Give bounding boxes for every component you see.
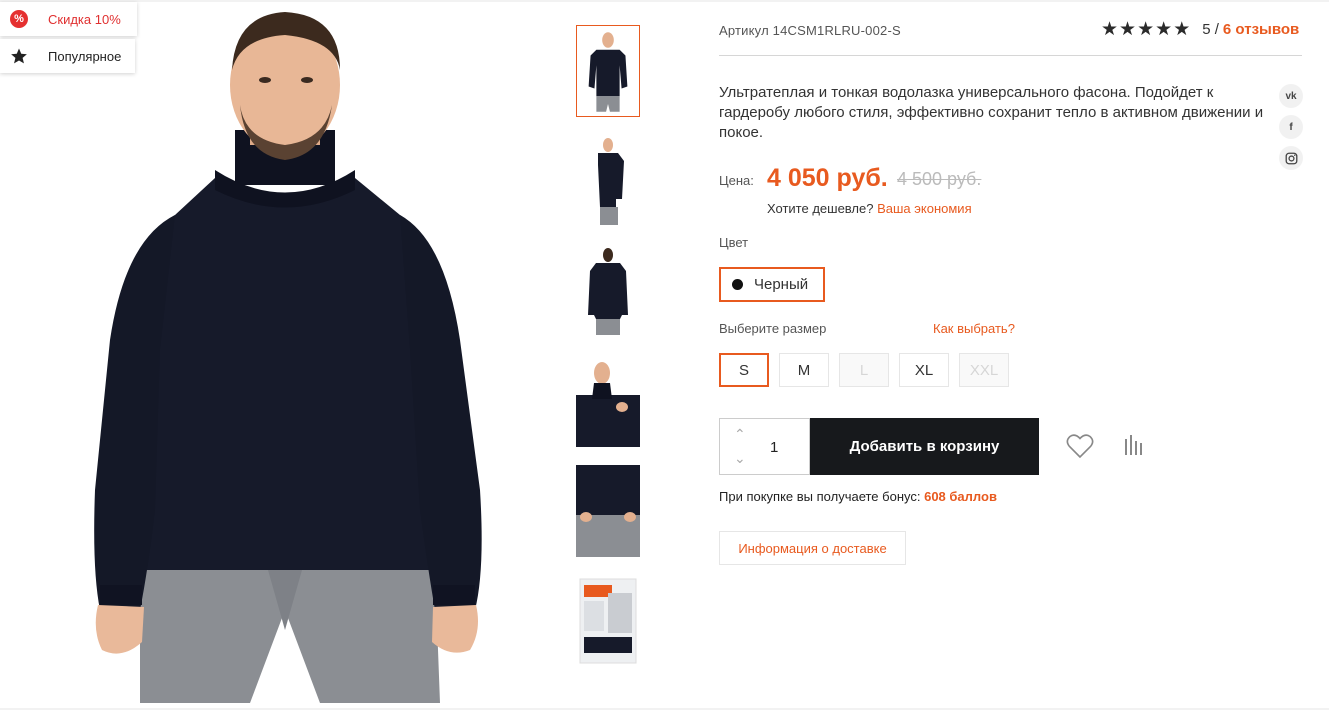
bonus-value: 608 баллов <box>924 489 997 504</box>
price-label: Цена: <box>719 173 754 188</box>
thumbnail-4[interactable] <box>576 355 640 447</box>
product-description: Ультратеплая и тонкая водолазка универса… <box>719 84 1264 141</box>
chevron-up-icon[interactable]: ⌃ <box>734 427 746 441</box>
facebook-icon[interactable]: f <box>1279 115 1303 139</box>
rating-score: 5 / <box>1202 21 1219 38</box>
savings-link[interactable]: Ваша экономия <box>877 201 972 216</box>
size-option-l: L <box>839 353 889 387</box>
rating: ★ ★ ★ ★ ★ 5 / 6 отзывов <box>1101 20 1299 39</box>
percent-icon: % <box>10 10 28 28</box>
thumbnail-2[interactable] <box>576 135 640 227</box>
thumbnail-5[interactable] <box>576 465 640 557</box>
reviews-link[interactable]: 6 отзывов <box>1223 21 1299 38</box>
rating-stars: ★ ★ ★ ★ ★ <box>1101 20 1190 39</box>
thumbnail-3[interactable] <box>576 245 640 337</box>
color-swatch <box>732 279 743 290</box>
star-icon <box>10 47 28 65</box>
heart-icon[interactable] <box>1066 433 1094 459</box>
color-label: Цвет <box>719 235 749 250</box>
size-option-xxl: XXL <box>959 353 1009 387</box>
cheaper-text: Хотите дешевле? <box>767 201 874 216</box>
cheaper-hint: Хотите дешевле? Ваша экономия <box>767 201 972 216</box>
size-option-s[interactable]: S <box>719 353 769 387</box>
star-icon: ★ <box>1155 19 1173 40</box>
thumbnail-1[interactable] <box>576 25 640 117</box>
bonus-info: При покупке вы получаете бонус: 608 балл… <box>719 489 997 504</box>
divider <box>719 55 1302 56</box>
vk-icon[interactable]: vk <box>1279 84 1303 108</box>
color-option-black[interactable]: Черный <box>719 267 825 302</box>
color-name: Черный <box>754 276 809 293</box>
add-to-cart-button[interactable]: Добавить в корзину <box>810 418 1039 475</box>
top-border <box>0 0 1329 2</box>
quantity-input[interactable]: 1 <box>770 439 778 456</box>
bonus-text: При покупке вы получаете бонус: <box>719 489 921 504</box>
size-guide-link[interactable]: Как выбрать? <box>933 321 1015 336</box>
delivery-info-button[interactable]: Информация о доставке <box>719 531 906 565</box>
old-price: 4 500 руб. <box>897 169 982 189</box>
star-icon: ★ <box>1137 19 1155 40</box>
size-label: Выберите размер <box>719 321 827 336</box>
chevron-down-icon[interactable]: ⌄ <box>734 451 746 465</box>
star-icon: ★ <box>1101 19 1119 40</box>
article-number: Артикул 14CSM1RLRU-002-S <box>719 23 901 38</box>
quantity-stepper: ⌃ ⌄ 1 <box>719 418 810 475</box>
star-icon: ★ <box>1119 19 1137 40</box>
bottom-border <box>0 708 1329 710</box>
thumbnail-6[interactable] <box>576 575 640 667</box>
product-main-image[interactable] <box>40 10 530 703</box>
star-icon: ★ <box>1173 19 1191 40</box>
compare-icon[interactable] <box>1123 433 1145 459</box>
instagram-icon[interactable] <box>1279 146 1303 170</box>
current-price: 4 050 руб. <box>767 164 888 192</box>
size-option-m[interactable]: M <box>779 353 829 387</box>
size-option-xl[interactable]: XL <box>899 353 949 387</box>
